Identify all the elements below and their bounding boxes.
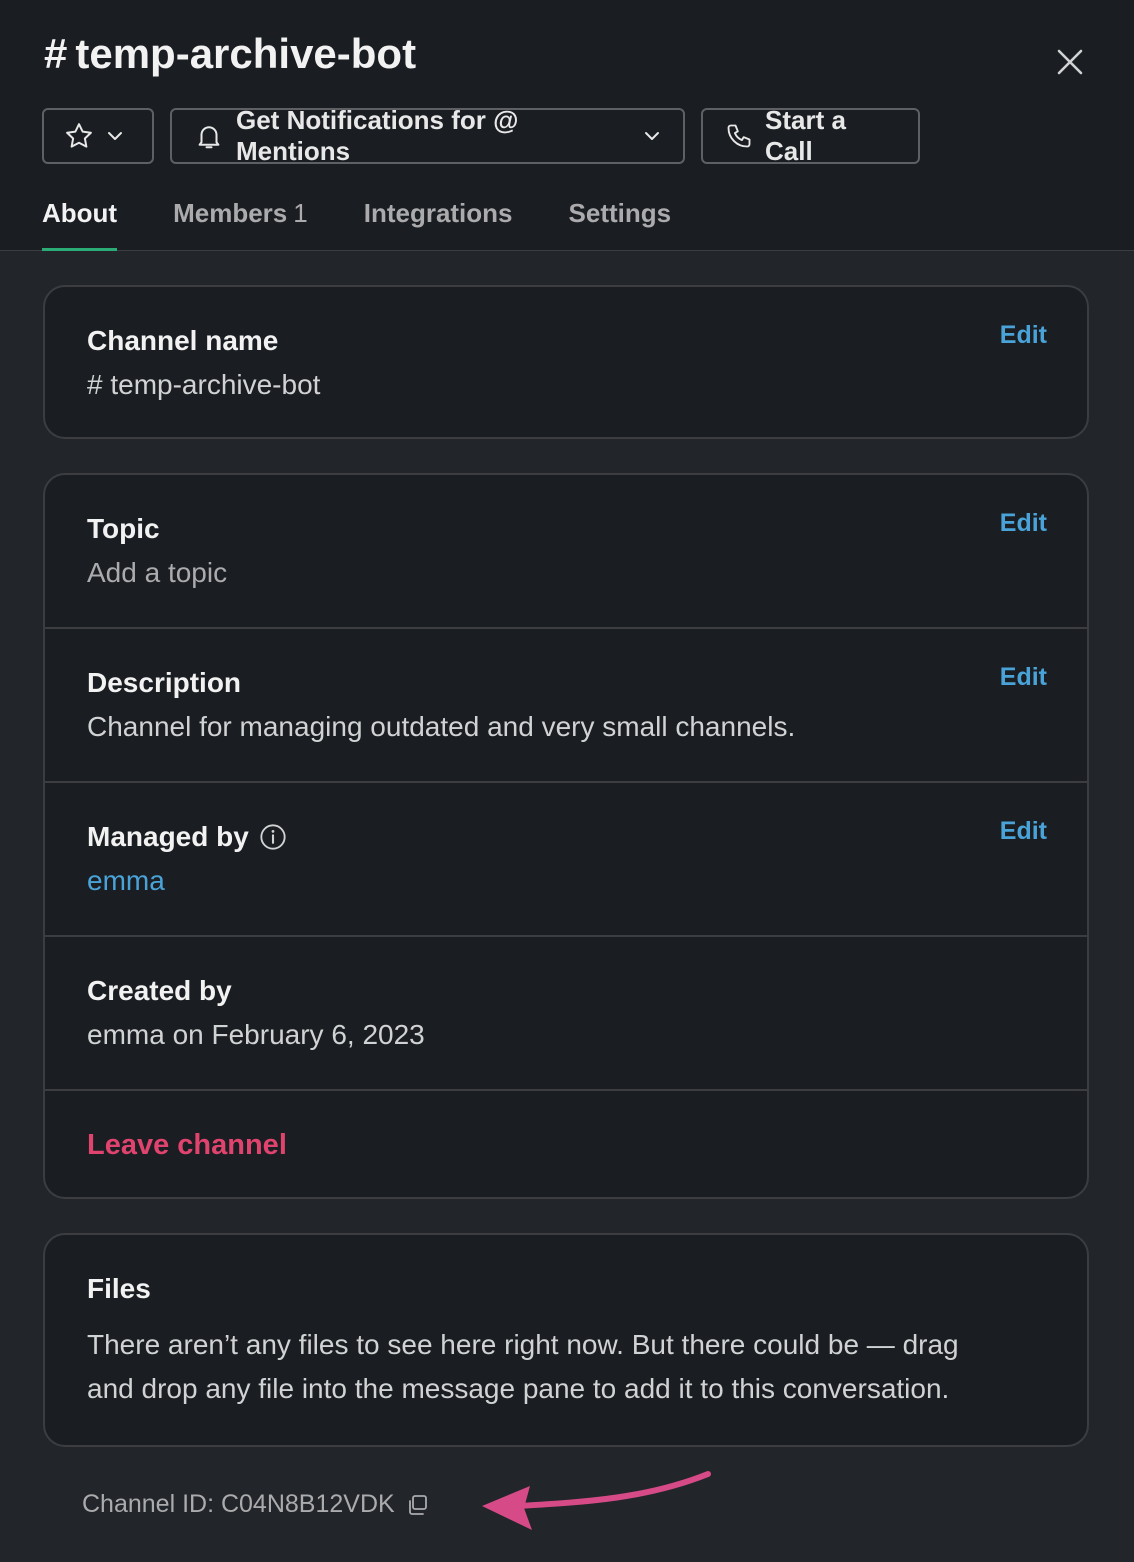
- topic-section: Topic Add a topic Edit: [45, 475, 1087, 629]
- close-icon: [1057, 49, 1083, 75]
- tab-label: Settings: [568, 198, 672, 228]
- tab-settings[interactable]: Settings: [569, 198, 672, 251]
- channel-details-header: # temp-archive-bot Get Notifications for…: [0, 0, 1134, 251]
- channel-id-row: Channel ID: C04N8B12VDK: [82, 1490, 429, 1519]
- files-card: Files There aren’t any files to see here…: [43, 1233, 1089, 1447]
- tab-label: Integrations: [363, 198, 513, 228]
- bell-icon: [198, 126, 220, 149]
- channel-name-label: Channel name: [87, 325, 279, 356]
- phone-icon: [727, 124, 751, 148]
- close-button[interactable]: [1048, 40, 1092, 84]
- members-count: 1: [293, 198, 308, 228]
- tab-label: About: [42, 198, 118, 228]
- files-empty-message: There aren’t any files to see here right…: [87, 1323, 1045, 1411]
- tab-bar: About Members 1 Integrations Settings: [42, 198, 671, 251]
- chevron-down-icon: [645, 132, 659, 140]
- managed-by-section: Managed by emma Edit: [45, 783, 1087, 937]
- channel-name-card: Channel name # temp-archive-bot Edit: [43, 285, 1089, 439]
- topic-value[interactable]: Add a topic: [87, 557, 1045, 589]
- channel-name-section: Channel name # temp-archive-bot Edit: [45, 287, 1087, 437]
- channel-id-text: Channel ID: C04N8B12VDK: [82, 1490, 395, 1518]
- edit-description-link[interactable]: Edit: [1000, 663, 1047, 692]
- created-by-label: Created by: [87, 975, 232, 1006]
- channel-title: temp-archive-bot: [75, 30, 417, 77]
- edit-topic-link[interactable]: Edit: [1000, 509, 1047, 538]
- created-by-value: emma on February 6, 2023: [87, 1019, 425, 1050]
- edit-channel-name-link[interactable]: Edit: [1000, 321, 1047, 350]
- info-icon[interactable]: [259, 823, 287, 851]
- chevron-down-icon: [108, 132, 122, 140]
- managed-by-label-text: Managed by: [87, 821, 249, 852]
- channel-name-value: # temp-archive-bot: [87, 369, 321, 400]
- leave-channel-button[interactable]: Leave channel: [87, 1129, 1045, 1162]
- page-title: # temp-archive-bot: [44, 30, 416, 78]
- files-text-line: and drop any file into the message pane …: [87, 1373, 950, 1404]
- description-section: Description Channel for managing outdate…: [45, 629, 1087, 783]
- description-label: Description: [87, 667, 242, 698]
- leave-section: Leave channel: [45, 1091, 1087, 1197]
- start-call-label: Start a Call: [765, 105, 846, 166]
- star-dropdown-button[interactable]: [42, 108, 154, 164]
- tab-members[interactable]: Members 1: [173, 198, 308, 251]
- created-by-section: Created by emma on February 6, 2023: [45, 937, 1087, 1091]
- tab-label: Members: [173, 198, 288, 228]
- managed-by-user-link[interactable]: emma: [87, 865, 1045, 897]
- tab-about[interactable]: About: [42, 198, 118, 251]
- files-label: Files: [87, 1273, 151, 1304]
- annotation-arrow: [482, 1471, 711, 1530]
- tab-integrations[interactable]: Integrations: [364, 198, 513, 251]
- files-text-line: There aren’t any files to see here right…: [87, 1329, 959, 1360]
- star-icon: [66, 123, 92, 148]
- description-value: Channel for managing outdated and very s…: [87, 711, 796, 742]
- topic-label: Topic: [87, 513, 160, 544]
- managed-by-label: Managed by: [87, 821, 1045, 853]
- notifications-label: Get Notifications for @ Mentions: [236, 105, 519, 166]
- details-card: Topic Add a topic Edit Description Chann…: [43, 473, 1089, 1199]
- edit-managed-by-link[interactable]: Edit: [1000, 817, 1047, 846]
- start-call-button[interactable]: Start a Call: [701, 105, 920, 166]
- notifications-button[interactable]: Get Notifications for @ Mentions: [170, 105, 685, 166]
- files-section: Files There aren’t any files to see here…: [45, 1235, 1087, 1445]
- hash-symbol: #: [44, 30, 68, 77]
- copy-icon[interactable]: [405, 1493, 429, 1517]
